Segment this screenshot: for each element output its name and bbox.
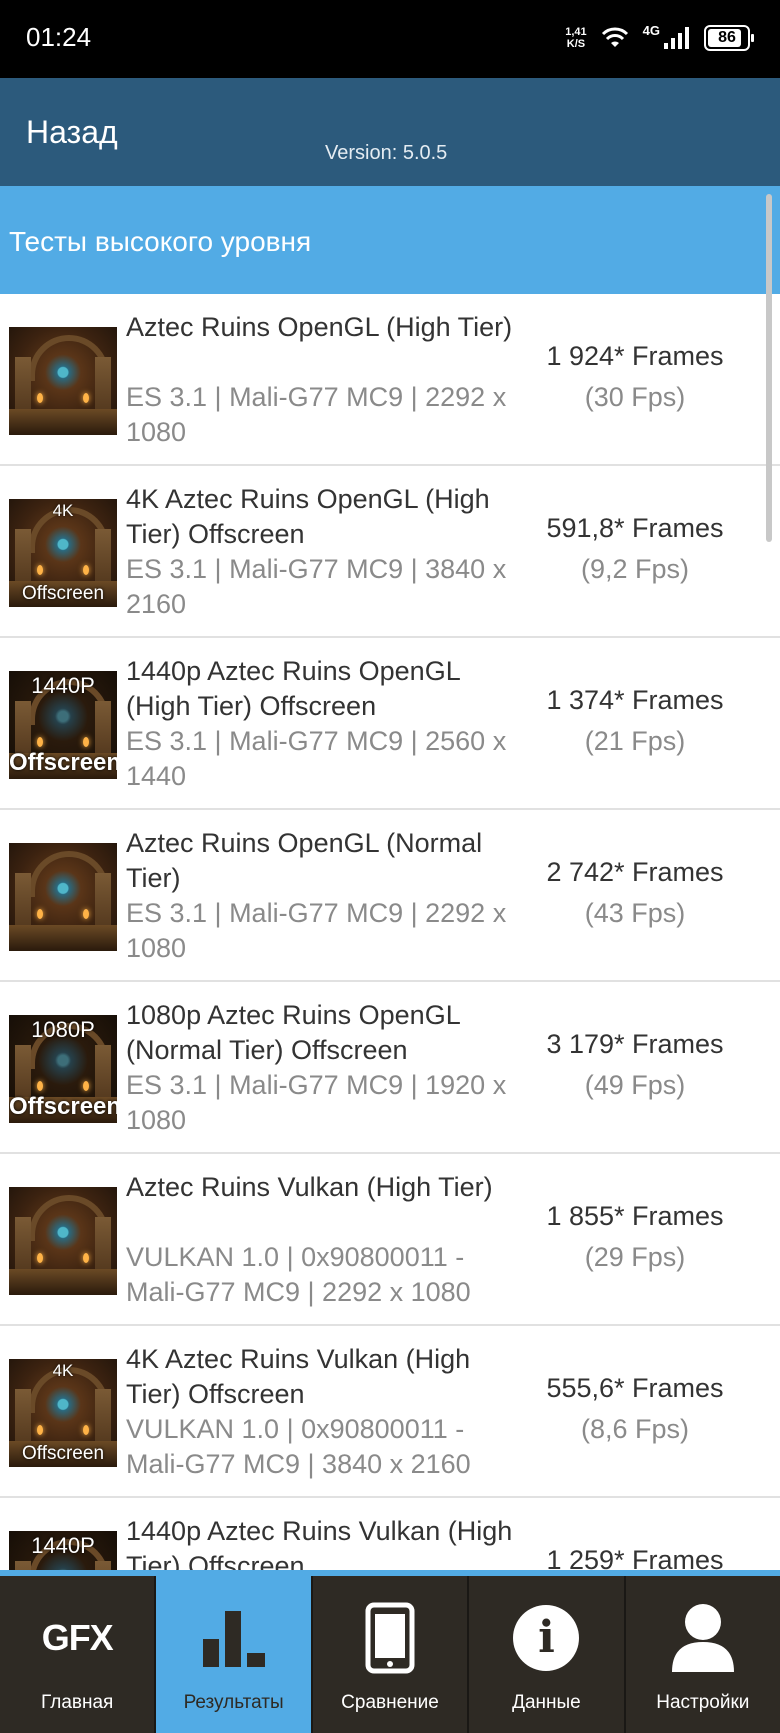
nav-label: Настройки (656, 1692, 750, 1713)
network-speed: 1,41 K/S (565, 26, 586, 50)
thumbnail-tag-bottom: Offscreen (21, 1443, 105, 1464)
thumbnail-tag-top: 1440P (31, 673, 95, 698)
test-frames: 3 179* Frames (546, 1029, 724, 1059)
signal-icon (664, 27, 689, 49)
nav-label: Главная (41, 1692, 114, 1713)
user-icon (671, 1604, 734, 1672)
test-thumbnail: 4K Offscreen (9, 1359, 117, 1467)
battery-percent: 86 (718, 29, 736, 46)
test-thumbnail (9, 327, 117, 435)
test-fps: (30 Fps) (584, 382, 686, 412)
test-details: VULKAN 1.0 | 0x90800011 - Mali-G77 MC9 |… (126, 1242, 471, 1307)
nav-label: Данные (512, 1692, 581, 1713)
thumbnail-tag-bottom: Offscreen (9, 1093, 117, 1120)
test-details: ES 3.1 | Mali-G77 MC9 | 2292 x 1080 (126, 382, 507, 447)
result-row[interactable]: Aztec Ruins OpenGL (Normal Tier) ES 3.1 … (0, 810, 780, 982)
test-thumbnail (9, 1187, 117, 1295)
test-fps: (29 Fps) (584, 1242, 686, 1272)
nav-item-bar-chart[interactable]: Результаты (154, 1576, 311, 1733)
network-type: 4G (642, 22, 660, 38)
test-thumbnail: 4K Offscreen (9, 499, 117, 607)
status-icons: 1,41 K/S 4G 86 (565, 20, 754, 56)
test-frames: 591,8* Frames (546, 513, 724, 543)
test-frames: 1 924* Frames (546, 341, 724, 371)
thumbnail-tag-bottom: Offscreen (21, 583, 105, 604)
nav-label: Результаты (183, 1692, 284, 1713)
test-thumbnail: 1440P Offscreen (9, 671, 117, 779)
nav-label: Сравнение (341, 1692, 439, 1713)
back-button[interactable]: Назад (26, 114, 118, 151)
result-row[interactable]: 1080P Offscreen 1080p Aztec Ruins OpenGL… (0, 982, 780, 1154)
status-time: 01:24 (26, 22, 92, 52)
thumbnail-tag-top: 4K (52, 501, 74, 520)
result-row[interactable]: 1440P Offscreen 1440p Aztec Ruins OpenGL… (0, 638, 780, 810)
bar-chart-icon (202, 1611, 265, 1667)
test-title: 1080p Aztec Ruins OpenGL (Normal Tier) O… (126, 1000, 460, 1065)
result-row[interactable]: 4K Offscreen 4K Aztec Ruins OpenGL (High… (0, 466, 780, 638)
gfx-logo-icon: GFX (41, 1617, 114, 1658)
result-row[interactable]: 1440P 1440p Aztec Ruins Vulkan (High Tie… (0, 1498, 780, 1570)
test-frames: 1 259* Frames (546, 1545, 724, 1570)
test-frames: 1 855* Frames (546, 1201, 724, 1231)
test-title: Aztec Ruins OpenGL (High Tier) (126, 312, 513, 342)
test-frames: 555,6* Frames (546, 1373, 724, 1403)
test-details: VULKAN 1.0 | 0x90800011 - Mali-G77 MC9 |… (126, 1414, 471, 1479)
nav-item-info[interactable]: i Данные (467, 1576, 623, 1733)
smartphone-icon (365, 1602, 415, 1674)
thumbnail-tag-top: 4K (52, 1361, 74, 1380)
scrollbar[interactable] (766, 194, 772, 542)
test-details: ES 3.1 | Mali-G77 MC9 | 3840 x 2160 (126, 554, 507, 619)
test-fps: (9,2 Fps) (580, 554, 690, 584)
info-icon: i (513, 1605, 580, 1671)
test-details: ES 3.1 | Mali-G77 MC9 | 2560 x 1440 (126, 726, 507, 791)
thumbnail-tag-top: 1080P (31, 1017, 95, 1042)
thumbnail-tag-bottom: Offscreen (9, 749, 117, 776)
bottom-navigation: GFX Главная Результаты Сравнение i Данны… (0, 1570, 780, 1733)
test-title: 1440p Aztec Ruins OpenGL (High Tier) Off… (126, 656, 460, 721)
test-title: 4K Aztec Ruins Vulkan (High Tier) Offscr… (126, 1344, 471, 1409)
section-title: Тесты высокого уровня (9, 226, 312, 257)
test-frames: 2 742* Frames (546, 857, 724, 887)
test-thumbnail (9, 843, 117, 951)
wifi-icon (601, 27, 628, 47)
results-list[interactable]: Aztec Ruins OpenGL (High Tier) ES 3.1 | … (0, 294, 780, 1570)
nav-item-gfx-logo[interactable]: GFX Главная (0, 1576, 154, 1733)
thumbnail-tag-top: 1440P (31, 1533, 95, 1558)
network-speed-value: 1,41 (565, 26, 587, 38)
network-speed-unit: K/S (566, 38, 586, 50)
result-row[interactable]: 4K Offscreen 4K Aztec Ruins Vulkan (High… (0, 1326, 780, 1498)
test-thumbnail: 1080P Offscreen (9, 1015, 117, 1123)
test-details: ES 3.1 | Mali-G77 MC9 | 2292 x 1080 (126, 898, 507, 963)
result-row[interactable]: Aztec Ruins Vulkan (High Tier) VULKAN 1.… (0, 1154, 780, 1326)
test-fps: (43 Fps) (584, 898, 686, 928)
version-label: Version: 5.0.5 (325, 142, 448, 164)
section-header: Тесты высокого уровня (0, 186, 780, 294)
battery-icon: 86 (704, 25, 754, 51)
test-title: 1440p Aztec Ruins Vulkan (High Tier) Off… (126, 1516, 513, 1570)
test-fps: (49 Fps) (584, 1070, 686, 1100)
status-bar: 01:24 1,41 K/S 4G 86 (0, 0, 780, 78)
test-title: Aztec Ruins OpenGL (Normal Tier) (126, 828, 483, 893)
test-fps: (21 Fps) (584, 726, 686, 756)
nav-item-user[interactable]: Настройки (623, 1576, 780, 1733)
test-fps: (8,6 Fps) (580, 1414, 690, 1444)
result-row[interactable]: Aztec Ruins OpenGL (High Tier) ES 3.1 | … (0, 294, 780, 466)
test-thumbnail: 1440P (9, 1531, 117, 1570)
app-header: Назад Version: 5.0.5 (0, 78, 780, 186)
test-title: Aztec Ruins Vulkan (High Tier) (126, 1172, 493, 1202)
test-title: 4K Aztec Ruins OpenGL (High Tier) Offscr… (126, 484, 490, 549)
nav-item-smartphone[interactable]: Сравнение (310, 1576, 467, 1733)
test-details: ES 3.1 | Mali-G77 MC9 | 1920 x 1080 (126, 1070, 507, 1135)
test-frames: 1 374* Frames (546, 685, 724, 715)
